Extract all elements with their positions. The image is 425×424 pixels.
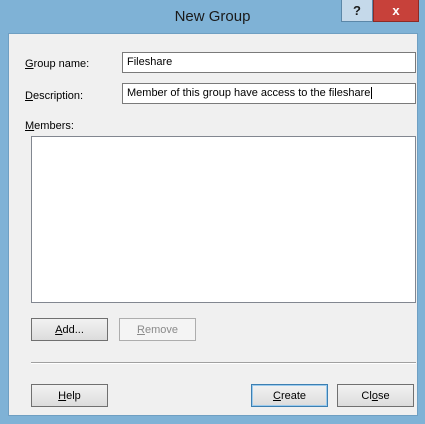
description-input[interactable]: Member of this group have access to the … [122,83,416,104]
members-label: Members: [25,120,74,132]
new-group-dialog: New Group ? x Group name: Fileshare Desc… [0,0,425,424]
group-name-input[interactable]: Fileshare [122,52,416,73]
group-name-label: Group name: [25,58,90,70]
title-bar[interactable]: New Group ? x [0,0,425,33]
text-cursor [371,87,373,100]
close-button[interactable]: Cl o se [337,384,414,407]
description-label: Description: [25,90,84,102]
help-icon[interactable]: ? [341,0,373,22]
description-value: Member of this group have access to the … [127,87,371,99]
create-button[interactable]: Create [251,384,328,407]
dialog-body: Group name: Fileshare Description: Membe… [8,33,418,416]
separator [31,362,416,364]
help-button[interactable]: Help [31,384,108,407]
add-button[interactable]: Add... [31,318,108,341]
remove-button[interactable]: Remove [119,318,196,341]
close-icon[interactable]: x [373,0,419,22]
members-list[interactable] [31,136,416,303]
